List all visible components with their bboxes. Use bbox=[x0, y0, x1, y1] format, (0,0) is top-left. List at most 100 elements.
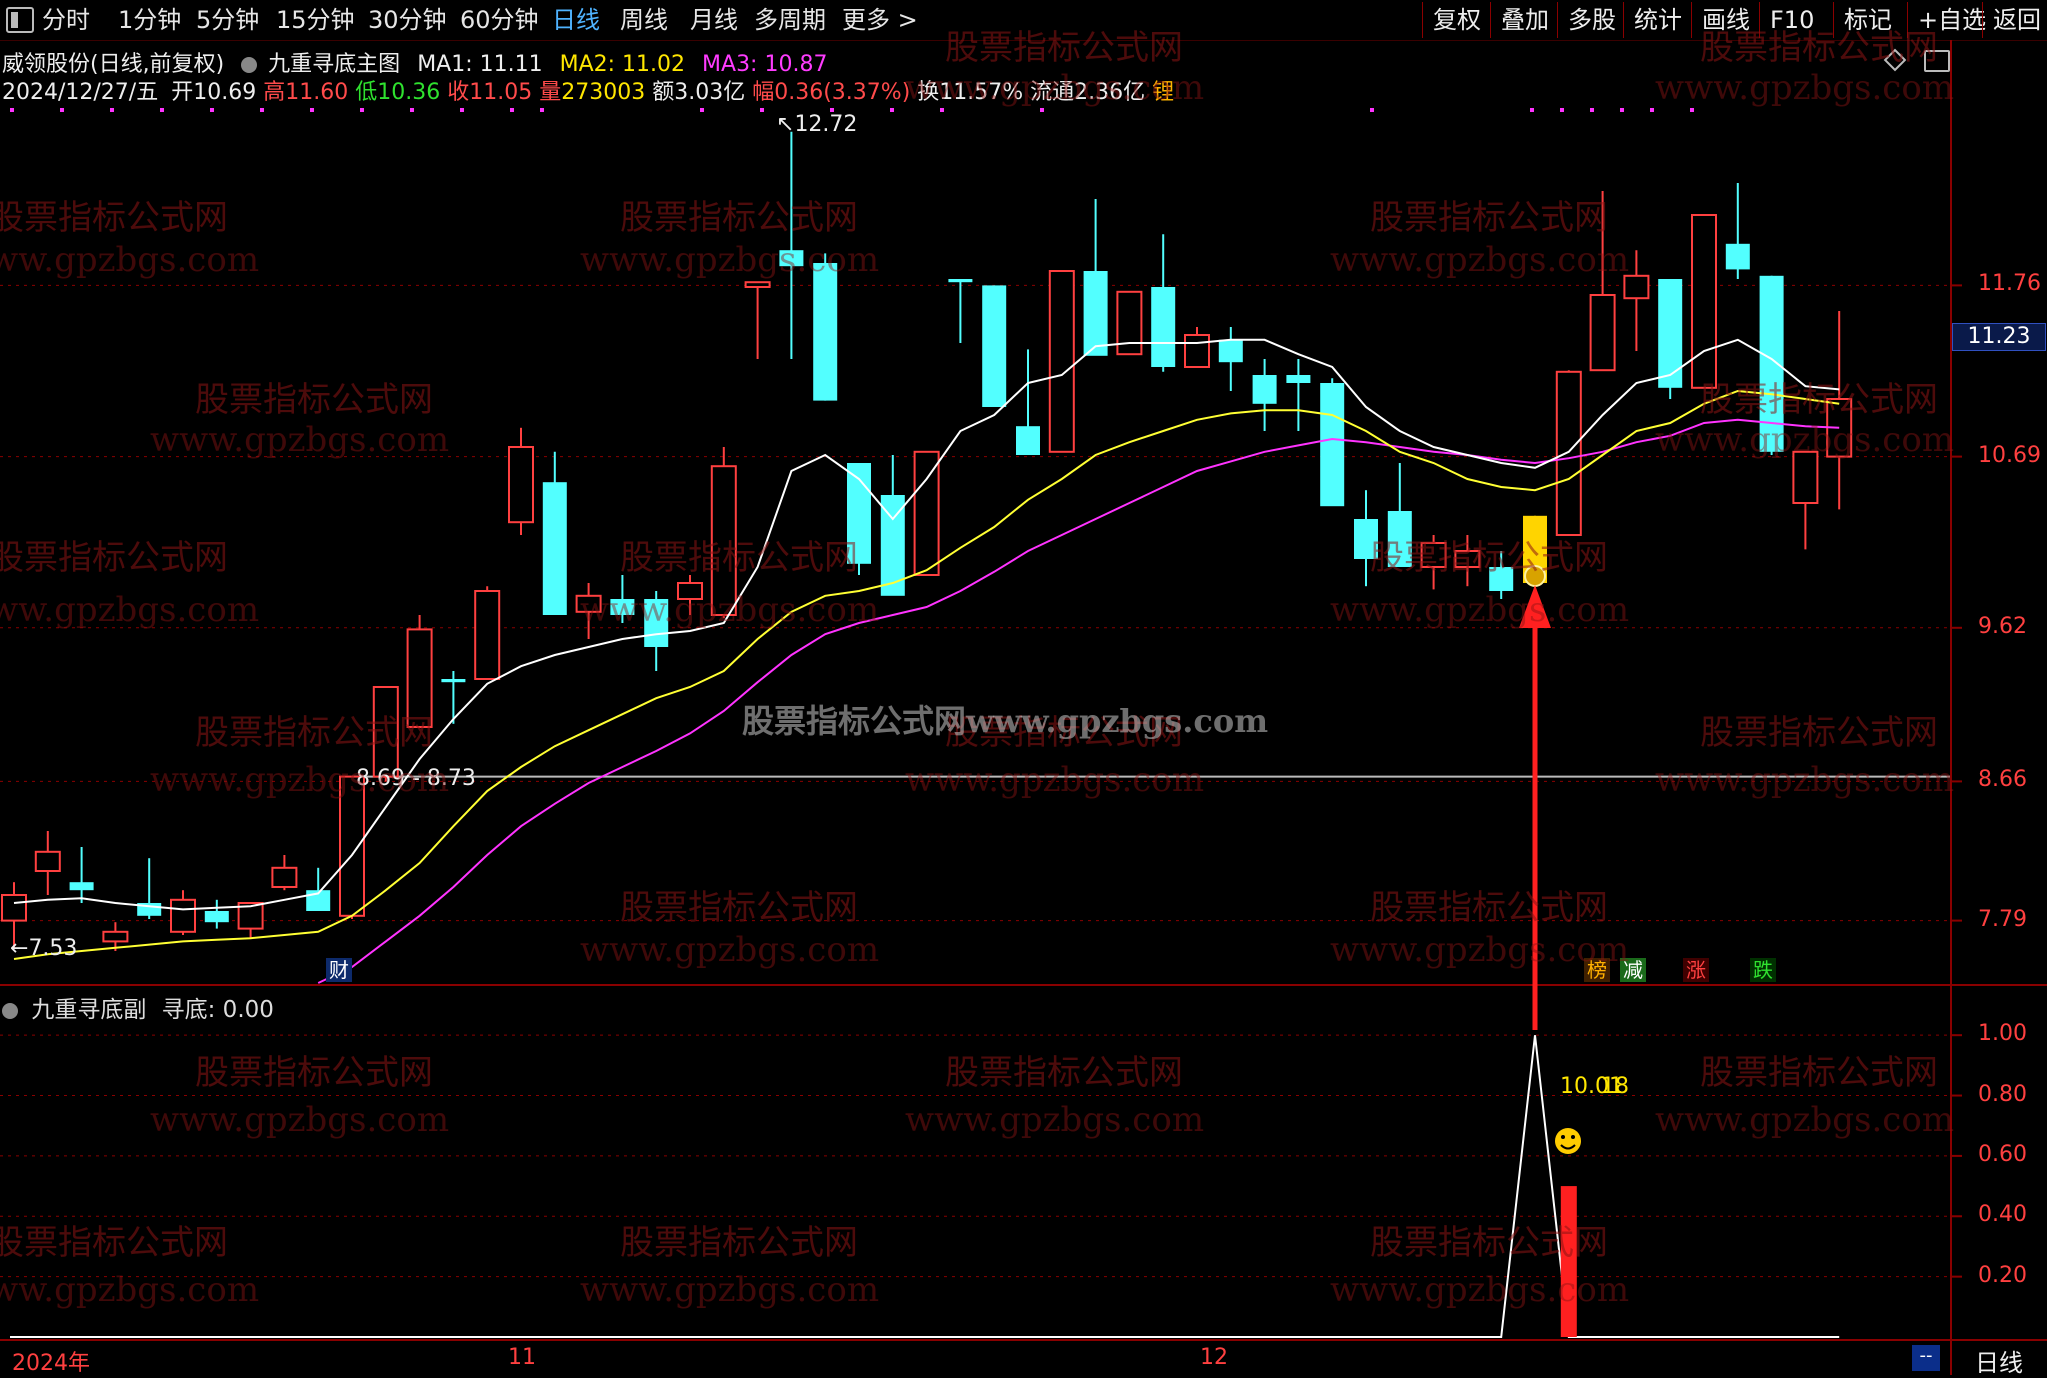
candle-body-36 bbox=[1218, 339, 1243, 363]
signal-dot-5 bbox=[260, 108, 264, 112]
signal-dot-13 bbox=[760, 108, 764, 112]
low-mark-value: 7.53 bbox=[28, 936, 78, 961]
watermark-28: 股票指标公式网 bbox=[1370, 888, 1608, 928]
watermark-36: 股票指标公式网 bbox=[0, 1223, 228, 1263]
candle-body-38 bbox=[1286, 375, 1311, 383]
limit-up-badge[interactable]: 涨 bbox=[1683, 958, 1709, 982]
kline-chart[interactable] bbox=[0, 0, 2047, 1375]
watermark-10: 股票指标公式网 bbox=[1700, 380, 1938, 420]
candle-body-27 bbox=[913, 450, 940, 576]
price-tick-2: 9.62 bbox=[1978, 613, 2027, 639]
candle-body-51 bbox=[1725, 243, 1750, 270]
sub-value-overlap: 18 bbox=[1600, 1074, 1629, 1099]
candle-body-46 bbox=[1555, 370, 1582, 536]
watermark-9: www.gpzbgs.com bbox=[1655, 68, 1955, 108]
signal-dot-11 bbox=[540, 108, 544, 112]
watermark-27: www.gpzbgs.com bbox=[580, 930, 880, 970]
signal-dot-3 bbox=[160, 108, 164, 112]
watermark-31: www.gpzbgs.com bbox=[150, 1100, 450, 1140]
limit-down-badge[interactable]: 跌 bbox=[1750, 958, 1776, 982]
watermark-1: www.gpzbgs.com bbox=[150, 420, 450, 460]
watermark-14: 股票指标公式网 bbox=[0, 538, 228, 578]
watermark-13: www.gpzbgs.com bbox=[0, 240, 260, 280]
finance-badge[interactable]: 财 bbox=[326, 958, 352, 982]
signal-dot-18 bbox=[1370, 108, 1374, 112]
low-mark-label: ←7.53 bbox=[10, 936, 77, 961]
sub-chart-header: 九重寻底副 寻底: 0.00 bbox=[2, 990, 274, 1024]
signal-dot-7 bbox=[360, 108, 364, 112]
watermark-29: www.gpzbgs.com bbox=[1330, 930, 1630, 970]
axis-month-12: 12 bbox=[1200, 1345, 1228, 1370]
arrow-left-icon: ↖ bbox=[776, 112, 795, 137]
signal-dot-8 bbox=[410, 108, 414, 112]
sub-chart-param: 寻底: 0.00 bbox=[161, 997, 274, 1023]
watermark-5: www.gpzbgs.com bbox=[905, 68, 1205, 108]
signal-dot-21 bbox=[1590, 108, 1594, 112]
sub-value-label: 10.0118 bbox=[1560, 1074, 1629, 1099]
signal-dot-4 bbox=[210, 108, 214, 112]
candle-body-8 bbox=[271, 866, 298, 888]
period-indicator[interactable]: 日线 bbox=[1975, 1343, 2023, 1378]
signal-dot-0 bbox=[10, 108, 14, 112]
watermark-34: 股票指标公式网 bbox=[1700, 1053, 1938, 1093]
signal-dot-1 bbox=[60, 108, 64, 112]
candle-body-32 bbox=[1083, 271, 1108, 356]
watermark-16: 股票指标公式网 bbox=[620, 538, 858, 578]
candle-body-1 bbox=[34, 850, 61, 872]
candle-body-22 bbox=[744, 281, 771, 289]
watermark-25: www.gpzbgs.com bbox=[1655, 760, 1955, 800]
candle-body-39 bbox=[1320, 383, 1345, 507]
watermark-38: 股票指标公式网 bbox=[620, 1223, 858, 1263]
watermark-26: 股票指标公式网 bbox=[620, 888, 858, 928]
sub-chart-title[interactable]: 九重寻底副 bbox=[31, 997, 146, 1023]
signal-dot-20 bbox=[1560, 108, 1564, 112]
signal-dot-23 bbox=[1650, 108, 1654, 112]
candle-body-33 bbox=[1116, 290, 1143, 356]
smiley-eye-right bbox=[1571, 1135, 1575, 1139]
watermark-11: www.gpzbgs.com bbox=[1655, 420, 1955, 460]
sub-tick-2: 0.60 bbox=[1978, 1141, 2027, 1167]
signal-dot-10 bbox=[510, 108, 514, 112]
sub-indicator-dropdown-icon[interactable] bbox=[2, 1003, 18, 1019]
candle-body-37 bbox=[1252, 375, 1277, 404]
scroll-indicator[interactable]: -- bbox=[1912, 1345, 1940, 1371]
high-mark-label: ↖12.72 bbox=[776, 112, 857, 137]
watermark-6: 股票指标公式网 bbox=[1370, 198, 1608, 238]
signal-dot-2 bbox=[110, 108, 114, 112]
signal-dot-6 bbox=[310, 108, 314, 112]
candle-body-31 bbox=[1048, 270, 1075, 453]
watermark-17: www.gpzbgs.com bbox=[580, 590, 880, 630]
candle-body-0 bbox=[1, 894, 27, 922]
candle-body-30 bbox=[1016, 426, 1040, 455]
high-mark-value: 12.72 bbox=[794, 112, 858, 137]
signal-dot-17 bbox=[1040, 108, 1044, 112]
sub-tick-0: 1.00 bbox=[1978, 1021, 2027, 1047]
center-watermark: 股票指标公式网www.gpzbgs.com bbox=[742, 702, 1269, 740]
candle-body-29 bbox=[982, 285, 1007, 407]
sub-tick-1: 0.80 bbox=[1978, 1081, 2027, 1107]
watermark-4: 股票指标公式网 bbox=[945, 28, 1183, 68]
signal-dot-16 bbox=[940, 108, 944, 112]
signal-dot-12 bbox=[700, 108, 704, 112]
candle-body-50 bbox=[1691, 214, 1717, 389]
watermark-41: www.gpzbgs.com bbox=[1330, 1270, 1630, 1310]
watermark-15: www.gpzbgs.com bbox=[0, 590, 260, 630]
candle-body-13 bbox=[441, 679, 466, 683]
price-tick-3: 8.66 bbox=[1978, 767, 2027, 793]
sub-tick-4: 0.20 bbox=[1978, 1262, 2027, 1288]
candle-body-47 bbox=[1589, 294, 1616, 372]
smiley-icon bbox=[1555, 1128, 1581, 1154]
smiley-eye-left bbox=[1561, 1135, 1565, 1139]
axis-year: 2024年 bbox=[12, 1351, 90, 1376]
candle-body-49 bbox=[1658, 279, 1683, 388]
watermark-32: 股票指标公式网 bbox=[945, 1053, 1183, 1093]
watermark-21: www.gpzbgs.com bbox=[150, 760, 450, 800]
signal-dot-15 bbox=[890, 108, 894, 112]
price-tick-1: 10.69 bbox=[1978, 442, 2041, 468]
signal-dot-19 bbox=[1530, 108, 1534, 112]
candle-body-5 bbox=[170, 898, 196, 933]
axis-month-11: 11 bbox=[508, 1345, 536, 1370]
price-tick-4: 7.79 bbox=[1978, 906, 2027, 932]
watermark-23: www.gpzbgs.com bbox=[905, 760, 1205, 800]
candle-body-24 bbox=[813, 263, 838, 401]
